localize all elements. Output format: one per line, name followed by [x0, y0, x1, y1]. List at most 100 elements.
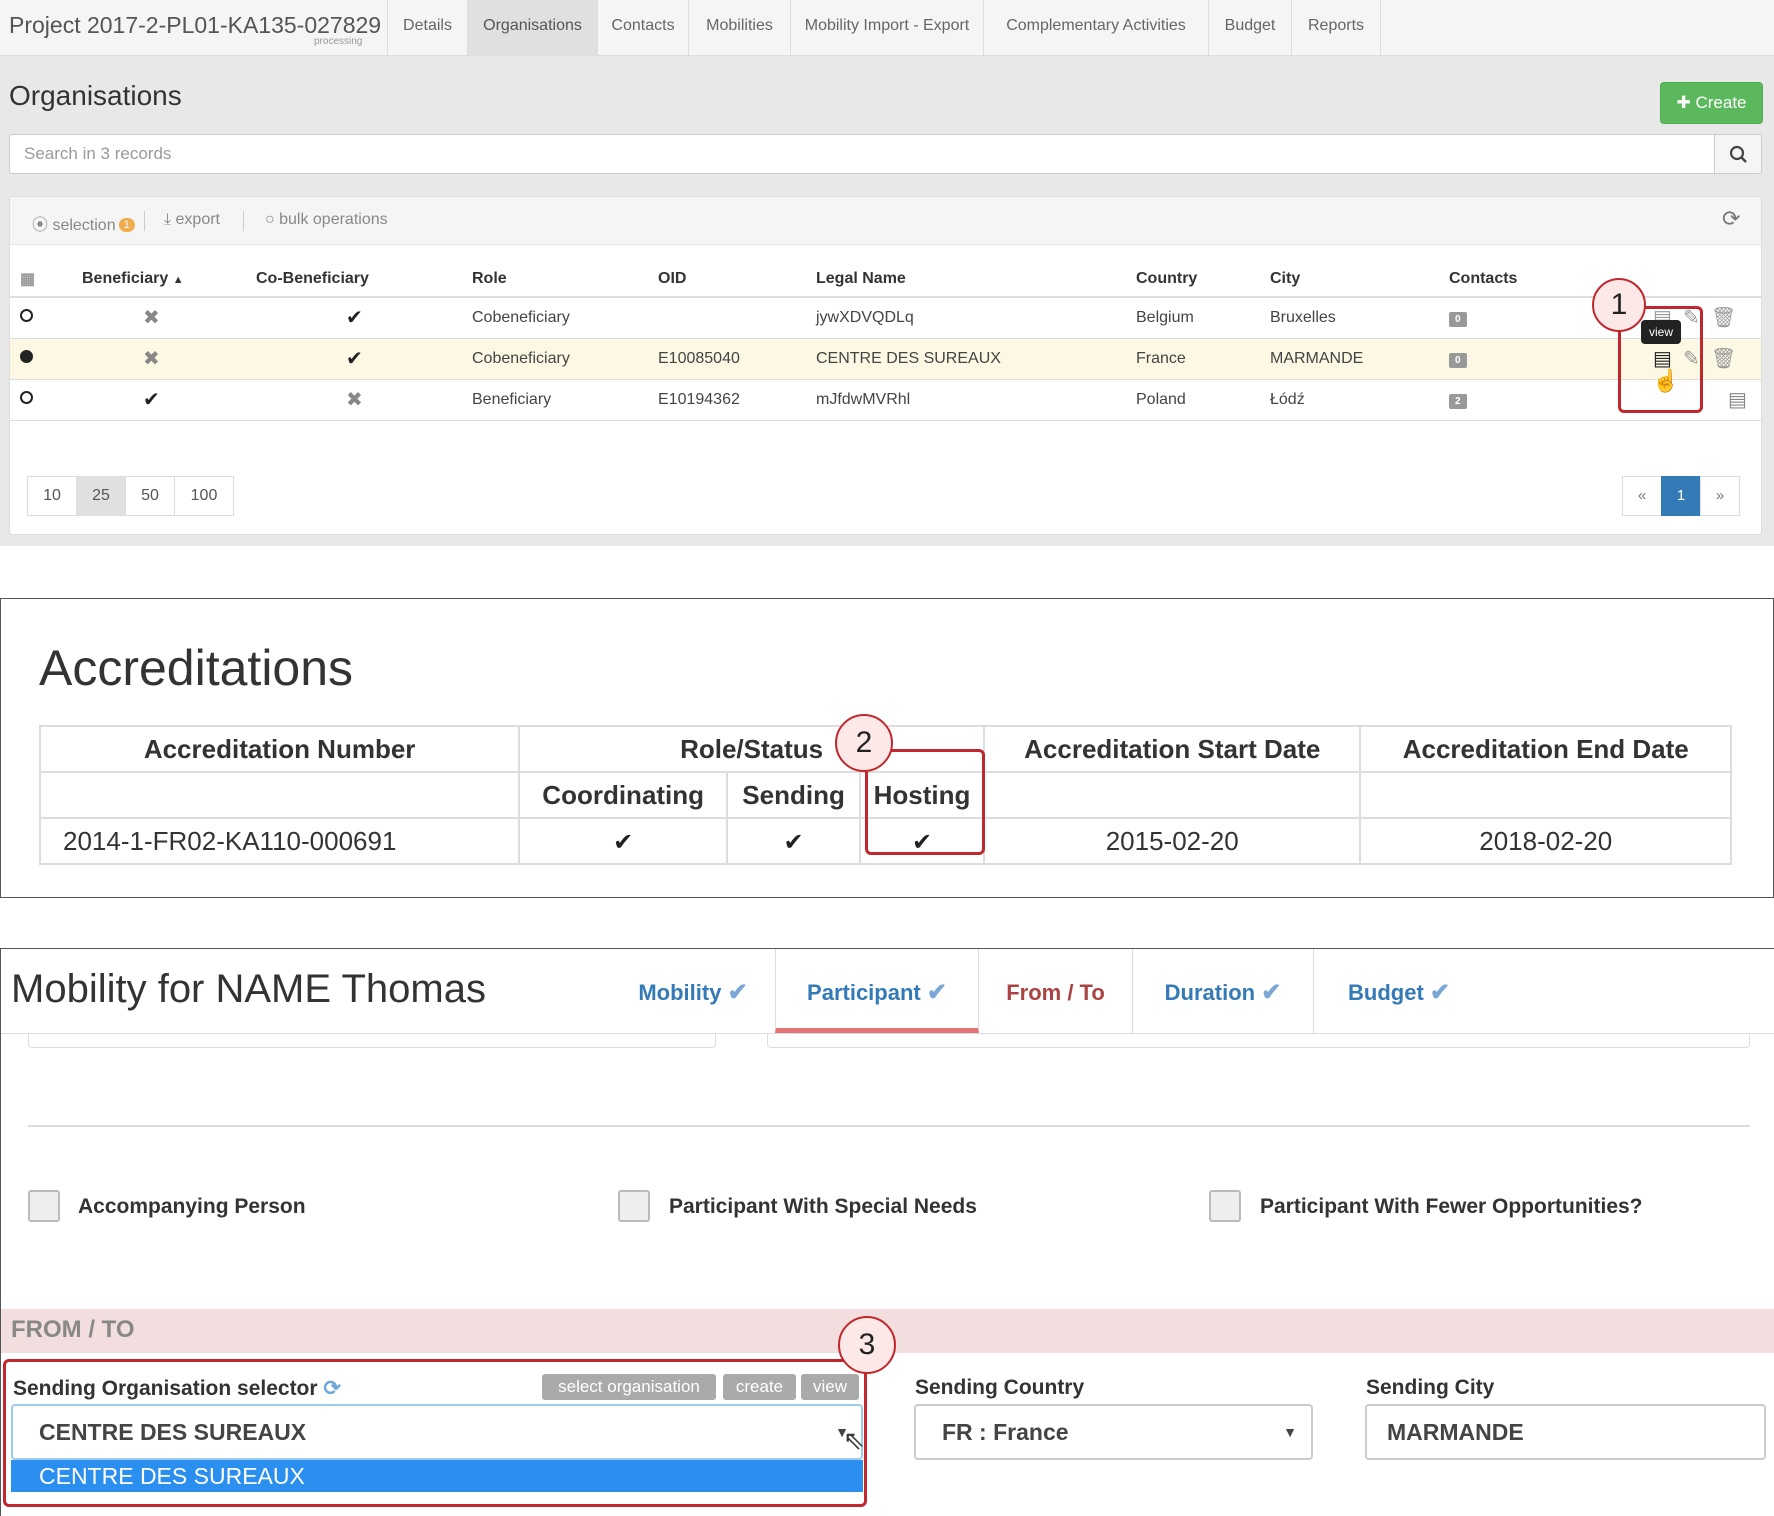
header-end-date: Accreditation End Date: [1359, 725, 1732, 773]
table-toolbar: ⦿ selection 1 ⤓ export ○ bulk operations …: [10, 197, 1761, 245]
header-oid[interactable]: OID: [658, 261, 816, 298]
callout-3: 3: [838, 1316, 896, 1374]
tab-participant[interactable]: Participant ✔: [775, 949, 979, 1033]
sending-city-label: Sending City: [1366, 1376, 1495, 1399]
callout-2: 2: [835, 714, 893, 772]
download-icon: ⤓: [164, 211, 176, 228]
fewer-opportunities-checkbox[interactable]: [1209, 1190, 1241, 1222]
special-needs-label: Participant With Special Needs: [669, 1195, 977, 1218]
cross-icon: ✖: [346, 389, 363, 411]
table-row[interactable]: ✔ ✖ Beneficiary E10194362 mJfdwMVRhl Pol…: [10, 379, 1761, 421]
cell-oid: [658, 297, 816, 339]
page-1-button[interactable]: 1: [1661, 476, 1701, 516]
accompanying-person-checkbox[interactable]: [28, 1190, 60, 1222]
page-size-10[interactable]: 10: [27, 476, 77, 516]
prev-page-button[interactable]: «: [1622, 476, 1662, 516]
page-size-50[interactable]: 50: [125, 476, 175, 516]
table-row[interactable]: ✖ ✔ Cobeneficiary E10085040 CENTRE DES S…: [10, 338, 1761, 380]
plus-icon: ✚: [1676, 93, 1696, 112]
check-icon: ✔: [346, 348, 363, 370]
organisations-panel: Project 2017-2-PL01-KA135-027829 process…: [0, 0, 1774, 546]
header-beneficiary[interactable]: Beneficiary ▲: [66, 261, 256, 298]
search-button[interactable]: [1714, 134, 1762, 174]
chevron-down-icon: ▼: [1283, 1424, 1297, 1440]
table-row[interactable]: ✖ ✔ Cobeneficiary jywXDVQDLq Belgium Bru…: [10, 297, 1761, 339]
cell-legal-name: mJfdwMVRhl: [816, 379, 1136, 421]
check-icon: ✔: [727, 979, 748, 1006]
selection-icon: ⦿: [32, 217, 53, 234]
tab-mobility[interactable]: Mobility ✔: [611, 949, 775, 1033]
check-icon: ✔: [783, 828, 804, 856]
cross-icon: ✖: [143, 307, 160, 330]
sending-country-select[interactable]: FR : France ▼: [914, 1404, 1313, 1460]
cell-oid: E10194362: [658, 379, 816, 421]
header-start-date: Accreditation Start Date: [982, 725, 1362, 773]
tab-mobilities[interactable]: Mobilities: [688, 0, 790, 56]
tab-from-to[interactable]: From / To: [979, 949, 1133, 1033]
check-icon: ✔: [613, 828, 634, 856]
row-select-radio[interactable]: [20, 390, 33, 404]
cell-role: Beneficiary: [472, 379, 658, 421]
sending-country-label: Sending Country: [915, 1376, 1085, 1399]
header-role[interactable]: Role: [472, 261, 658, 298]
project-navbar: Project 2017-2-PL01-KA135-027829 process…: [0, 0, 1774, 56]
tab-complementary-activities[interactable]: Complementary Activities: [983, 0, 1208, 56]
header-country[interactable]: Country: [1136, 261, 1270, 298]
cell-start-date: 2015-02-20: [982, 817, 1362, 865]
input-edge: [767, 1033, 1750, 1048]
cell-country: France: [1136, 338, 1270, 380]
tab-mobility-import-export[interactable]: Mobility Import - Export: [790, 0, 983, 56]
toolbar-divider: [144, 211, 145, 231]
tab-details[interactable]: Details: [387, 0, 467, 56]
cell-oid: E10085040: [658, 338, 816, 380]
search-input[interactable]: [9, 134, 1715, 174]
pagination: « 1 »: [1622, 476, 1740, 516]
trash-icon[interactable]: 🗑: [1711, 348, 1736, 370]
sending-city-input[interactable]: MARMANDE: [1365, 1404, 1766, 1460]
cell-legal-name: CENTRE DES SUREAUX: [816, 338, 1136, 380]
tab-budget[interactable]: Budget: [1208, 0, 1291, 56]
tab-budget[interactable]: Budget ✔: [1314, 949, 1484, 1033]
header-contacts[interactable]: Contacts: [1449, 261, 1603, 298]
check-icon: ✔: [1261, 979, 1282, 1006]
hand-cursor-icon: ☝: [1652, 368, 1680, 393]
search-icon: [1729, 145, 1747, 163]
selection-button[interactable]: ⦿ selection 1: [32, 211, 135, 235]
next-page-button[interactable]: »: [1700, 476, 1740, 516]
cell-city: Łódź: [1270, 379, 1449, 421]
contacts-count-badge[interactable]: 0: [1449, 352, 1467, 368]
header-city[interactable]: City: [1270, 261, 1449, 298]
tab-duration[interactable]: Duration ✔: [1133, 949, 1314, 1033]
special-needs-checkbox[interactable]: [618, 1190, 650, 1222]
create-button[interactable]: ✚ Create: [1660, 82, 1763, 124]
contacts-count-badge[interactable]: 0: [1449, 311, 1467, 327]
cell-city: MARMANDE: [1270, 338, 1449, 380]
tab-reports[interactable]: Reports: [1291, 0, 1381, 56]
column-chooser-icon[interactable]: ▦: [10, 261, 66, 298]
toolbar-divider: [243, 211, 244, 231]
tab-contacts[interactable]: Contacts: [597, 0, 688, 56]
tab-organisations[interactable]: Organisations: [467, 0, 597, 56]
page-size-25[interactable]: 25: [76, 476, 126, 516]
sort-asc-icon: ▲: [172, 273, 184, 286]
row-select-radio[interactable]: [20, 349, 33, 363]
header-legal-name[interactable]: Legal Name: [816, 261, 1136, 298]
header-co-beneficiary[interactable]: Co-Beneficiary: [256, 261, 472, 298]
export-button[interactable]: ⤓ export: [164, 211, 220, 229]
header-coordinating: Coordinating: [518, 771, 729, 819]
row-select-radio[interactable]: [20, 308, 33, 322]
cell-city: Bruxelles: [1270, 297, 1449, 339]
accreditations-panel: Accreditations Accreditation Number Role…: [0, 598, 1774, 898]
header-accreditation-number: Accreditation Number: [38, 725, 521, 773]
refresh-icon[interactable]: ⟳: [1722, 206, 1740, 232]
section-divider: [28, 1125, 1750, 1127]
view-icon[interactable]: ▤: [1728, 389, 1747, 411]
mobility-form-panel: Mobility for NAME Thomas Mobility ✔ Part…: [0, 948, 1774, 1516]
accreditations-title: Accreditations: [39, 640, 354, 696]
accompanying-person-label: Accompanying Person: [78, 1195, 306, 1218]
page-size-100[interactable]: 100: [174, 476, 234, 516]
cell-accreditation-number: 2014-1-FR02-KA110-000691: [38, 817, 521, 865]
bulk-operations-button[interactable]: ○ bulk operations: [265, 211, 388, 229]
trash-icon[interactable]: 🗑: [1711, 307, 1736, 329]
contacts-count-badge[interactable]: 2: [1449, 393, 1467, 409]
